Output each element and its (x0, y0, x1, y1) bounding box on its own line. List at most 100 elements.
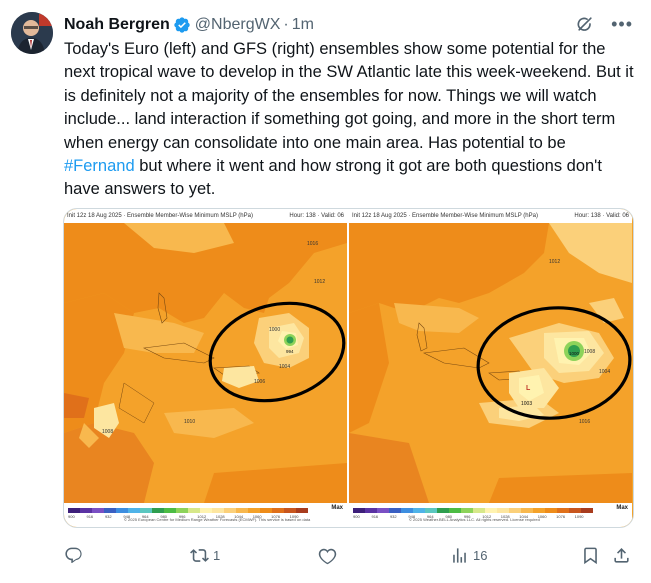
map-title: Init 12z 18 Aug 2025 · Ensemble Member-W… (67, 213, 253, 219)
author-name[interactable]: Noah Bergren (64, 16, 170, 34)
colorbar-swatch (284, 508, 296, 513)
colorbar-swatch (248, 508, 260, 513)
low-pressure-marker: L (526, 385, 531, 392)
share-button[interactable] (612, 542, 631, 568)
map-label: 1010 (184, 419, 195, 425)
colorbar-tick-label: 916 (86, 514, 94, 519)
map-valid-time: Hour: 138 · Valid: 06 (289, 213, 344, 219)
colorbar-swatch (461, 508, 473, 513)
colorbar-tick-label: 932 (104, 514, 112, 519)
map-label: 1008 (584, 349, 595, 355)
map-label: 1016 (579, 419, 590, 425)
colorbar-swatch (92, 508, 104, 513)
euro-map-graphic: 1016 1012 1008 1010 1006 1000 1004 994 (64, 223, 347, 503)
colorbar-swatch (365, 508, 377, 513)
colorbar-swatch (545, 508, 557, 513)
verified-badge-icon[interactable] (173, 16, 191, 34)
heart-icon (318, 548, 337, 564)
map-header: Init 12z 18 Aug 2025 · Ensemble Member-W… (64, 209, 347, 223)
reply-icon (65, 547, 82, 563)
tweet-header: Noah Bergren @NbergWX · 1m (64, 13, 314, 37)
reply-button[interactable] (64, 542, 87, 568)
colorbar-swatch (176, 508, 188, 513)
tweet-text-part-2: but where it went and how strong it got … (64, 157, 602, 199)
map-label: 1012 (314, 279, 325, 285)
colorbar-tick-label: 1090 (574, 514, 584, 519)
timestamp[interactable]: 1m (292, 16, 314, 34)
colorbar-tick-label: 1060 (537, 514, 547, 519)
colorbar-swatch (533, 508, 545, 513)
hashtag-link[interactable]: #Fernand (64, 157, 135, 175)
colorbar-swatch (581, 508, 593, 513)
bookmark-button[interactable] (581, 542, 600, 568)
map-label: 1006 (254, 379, 265, 385)
colorbar-swatch (557, 508, 569, 513)
more-options-icon[interactable]: ••• (611, 15, 633, 33)
colorbar-swatch (497, 508, 509, 513)
separator-dot: · (283, 16, 289, 33)
map-title: Init 12z 18 Aug 2025 · Ensemble Member-W… (352, 213, 538, 219)
colorbar-swatch (413, 508, 425, 513)
colorbar-swatch (521, 508, 533, 513)
tweet-top-icons: ••• (575, 14, 633, 34)
map-label: 1016 (307, 241, 318, 247)
colorbar-max-label: Max (331, 505, 343, 511)
colorbar-swatch (200, 508, 212, 513)
colorbar-swatch (377, 508, 389, 513)
views-count: 16 (473, 547, 488, 563)
share-icon (614, 547, 629, 563)
colorbar-tick-label: 900 (353, 514, 360, 519)
map-header: Init 12z 18 Aug 2025 · Ensemble Member-W… (349, 209, 632, 223)
map-credit: © 2025 European Centre for Medium Range … (124, 517, 311, 522)
tweet: Noah Bergren @NbergWX · 1m ••• Today's E… (0, 0, 651, 583)
colorbar-swatch (473, 508, 485, 513)
bookmark-icon (584, 547, 597, 564)
colorbar-swatch (80, 508, 92, 513)
map-label: 1004 (279, 364, 290, 370)
views-button[interactable]: 16 (450, 542, 487, 568)
colorbar-swatch (116, 508, 128, 513)
tweet-media-image[interactable]: Init 12z 18 Aug 2025 · Ensemble Member-W… (63, 208, 634, 528)
like-button[interactable] (318, 542, 341, 568)
colorbar-swatch (296, 508, 308, 513)
colorbar-swatch (389, 508, 401, 513)
colorbar-swatch (569, 508, 581, 513)
euro-ensemble-map: Init 12z 18 Aug 2025 · Ensemble Member-W… (64, 209, 347, 527)
gfs-map-graphic: L 1012 1008 1004 1016 1003 1000 (349, 223, 632, 503)
colorbar-swatch (68, 508, 80, 513)
tweet-text: Today's Euro (left) and GFS (right) ense… (64, 38, 634, 202)
map-footer: 900 916 932 948 964 980 996 1012 1028 1044 1060 107… (64, 503, 347, 527)
repost-count: 1 (213, 547, 221, 563)
gfs-ensemble-map: Init 12z 18 Aug 2025 · Ensemble Member-W… (349, 209, 632, 527)
map-valid-time: Hour: 138 · Valid: 06 (574, 213, 629, 219)
colorbar-swatch (188, 508, 200, 513)
map-label: 1008 (102, 429, 113, 435)
repost-button[interactable]: 1 (190, 542, 220, 568)
repost-icon (190, 548, 209, 562)
colorbar-swatch (449, 508, 461, 513)
colorbar-tick-label: 900 (68, 514, 75, 519)
colorbar-tick-label: 916 (371, 514, 379, 519)
colorbar-swatch (353, 508, 365, 513)
pressure-colorbar: 900 916 932 948 964 980 996 1012 1028 1044 1060 107… (68, 508, 308, 519)
colorbar-swatch (128, 508, 140, 513)
colorbar-swatch (152, 508, 164, 513)
map-credit: © 2025 Weather.BELL Analytics LLC. All r… (409, 517, 540, 522)
colorbar-swatch (260, 508, 272, 513)
map-label: 1003 (521, 401, 532, 407)
map-label: 1004 (599, 369, 610, 375)
colorbar-swatch (485, 508, 497, 513)
colorbar-max-label: Max (616, 505, 628, 511)
map-footer: 900 916 932 948 964 980 996 1012 1028 1044 1060 107… (349, 503, 632, 527)
colorbar-swatch (224, 508, 236, 513)
colorbar-swatch (401, 508, 413, 513)
avatar[interactable] (11, 12, 53, 54)
views-chart-icon (453, 547, 466, 563)
author-handle[interactable]: @NbergWX (195, 16, 281, 34)
colorbar-swatch (437, 508, 449, 513)
colorbar-tick-label: 1076 (556, 514, 566, 519)
colorbar-swatch (212, 508, 224, 513)
colorbar-swatch (425, 508, 437, 513)
grok-icon[interactable] (575, 14, 595, 34)
colorbar-swatch (164, 508, 176, 513)
